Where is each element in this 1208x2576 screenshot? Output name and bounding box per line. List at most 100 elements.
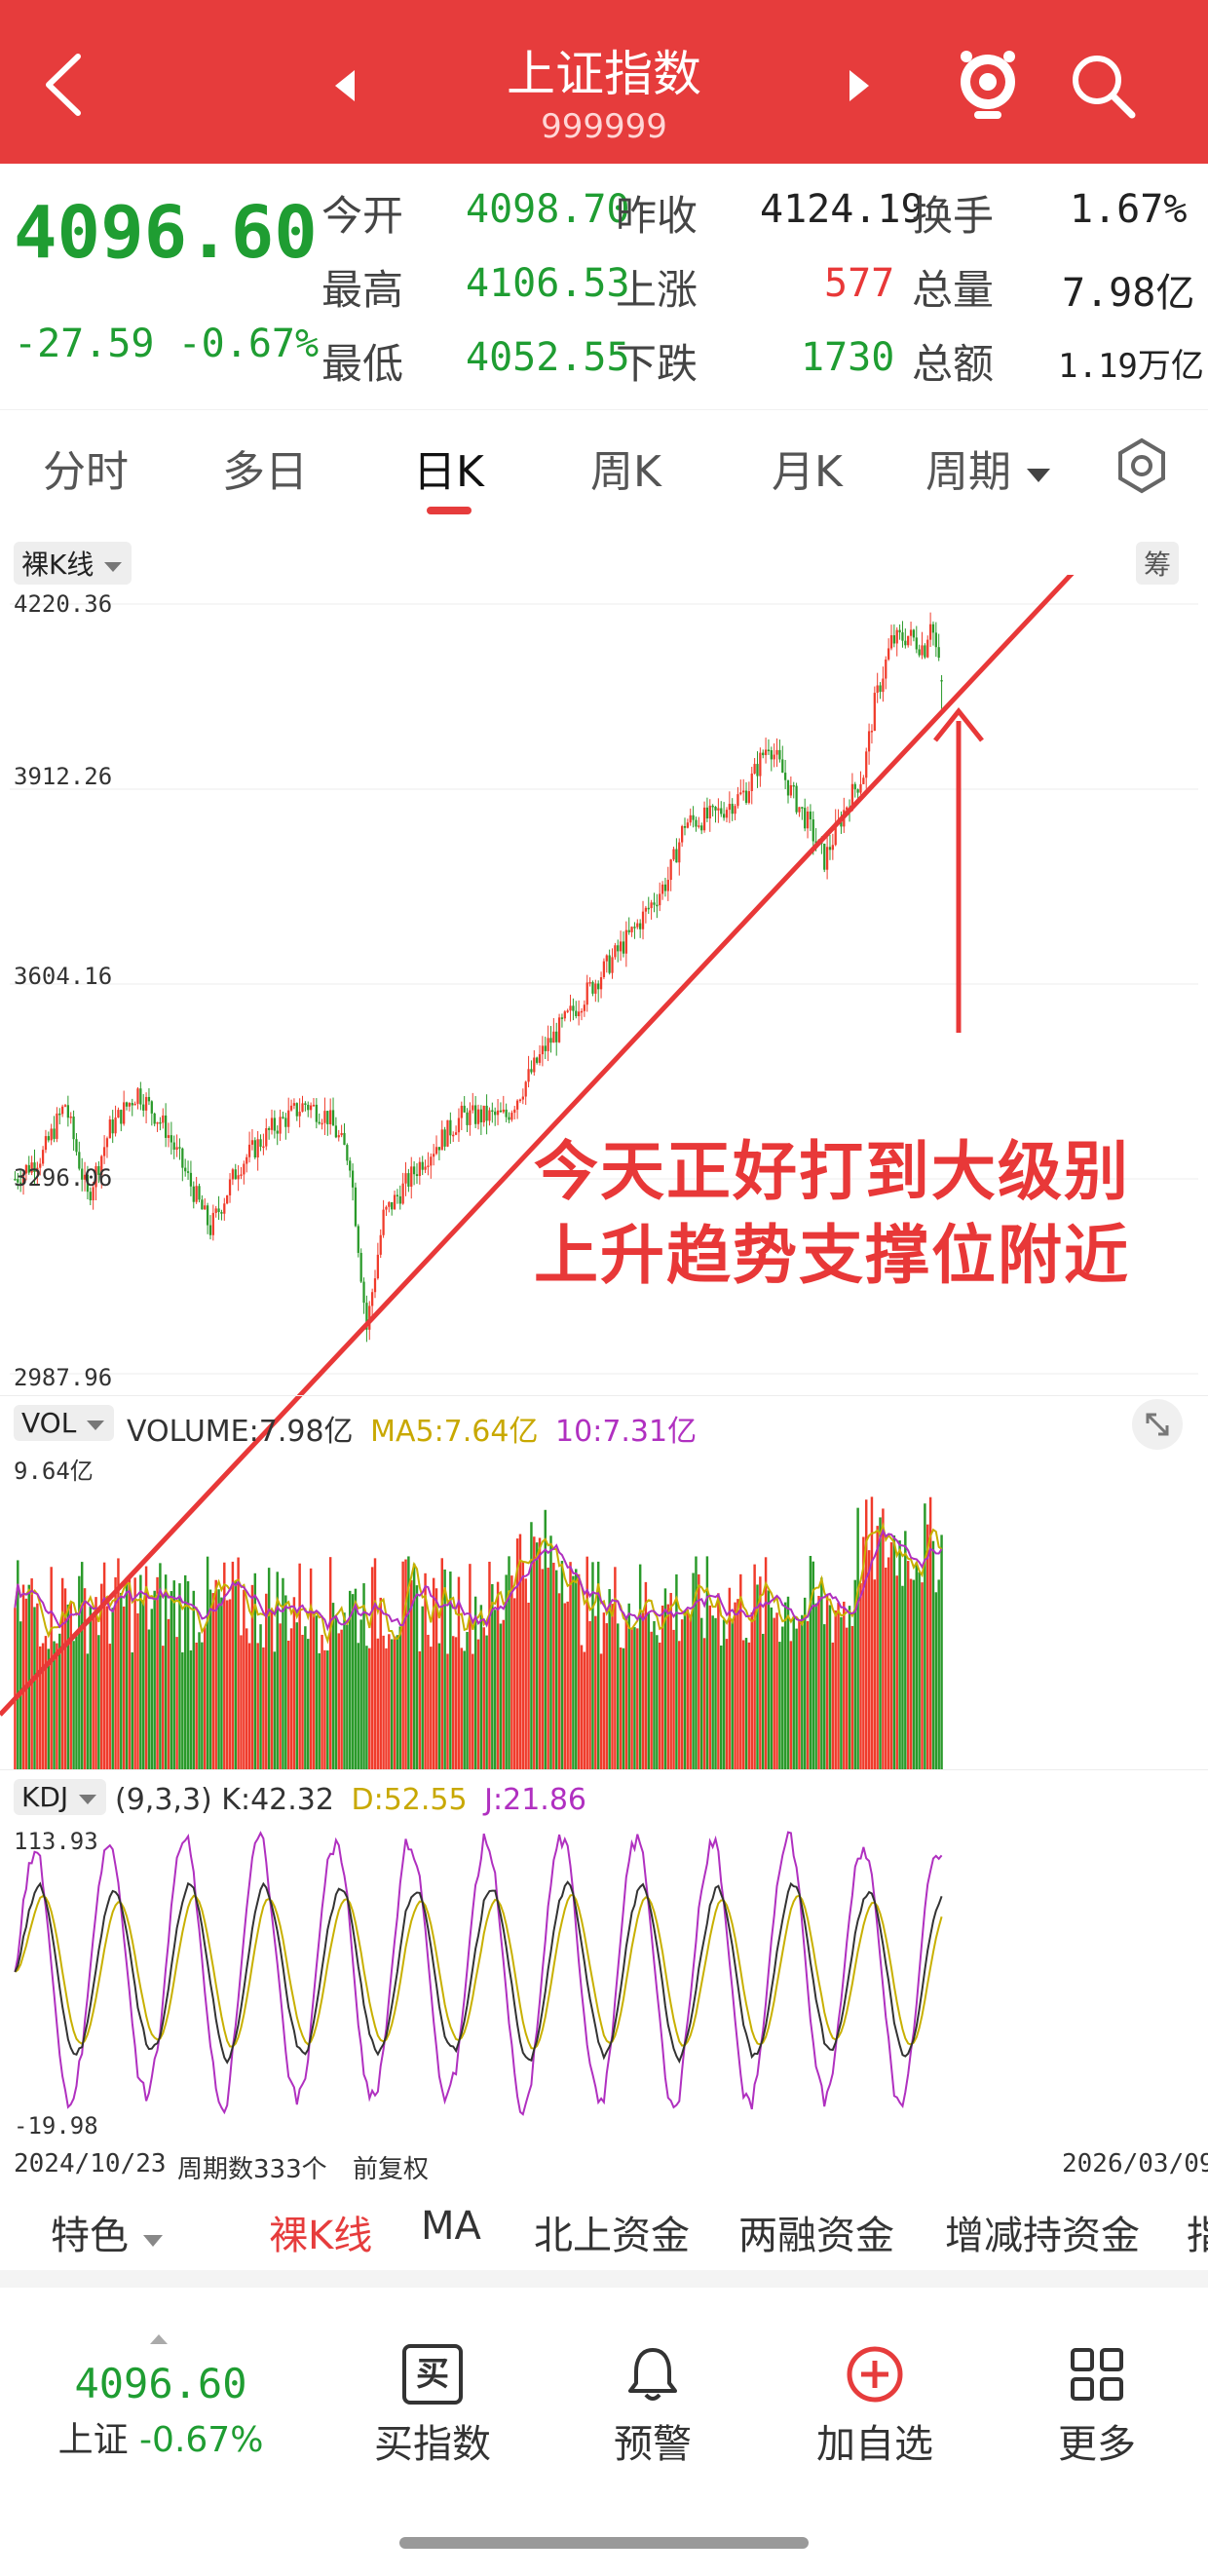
tab-multiday[interactable]: 多日 <box>222 436 308 499</box>
volume-bar <box>189 1649 193 1769</box>
settings-icon[interactable] <box>1113 436 1171 495</box>
volume-bar <box>292 1597 296 1769</box>
volume-bar <box>524 1578 527 1769</box>
tab-monthly-k[interactable]: 月K <box>772 436 843 499</box>
candle-body <box>513 1109 516 1114</box>
page-title: 上证指数 <box>507 46 701 102</box>
volume-bar <box>162 1646 165 1769</box>
candle-body <box>162 1115 165 1123</box>
search-icon[interactable] <box>1070 53 1138 121</box>
candle-body <box>496 1110 500 1116</box>
candle-body <box>401 1183 404 1204</box>
indicator-tab-northbound[interactable]: 北上资金 <box>534 2204 690 2260</box>
volume-bar <box>792 1616 795 1769</box>
add-watchlist-button[interactable]: 加自选 <box>768 2344 982 2469</box>
candle-body <box>865 751 868 778</box>
volume-bar <box>164 1574 168 1769</box>
kline-chart[interactable] <box>0 575 1208 2182</box>
volume-bar <box>427 1634 430 1769</box>
tab-weekly-k[interactable]: 周K <box>590 436 661 499</box>
volume-bar <box>510 1575 513 1769</box>
candle-body <box>856 789 859 793</box>
volume-bar <box>775 1612 778 1769</box>
volume-bar <box>30 1578 33 1769</box>
candle-body <box>510 1113 513 1120</box>
tab-period[interactable]: 周期 <box>925 436 1052 499</box>
adjust-label[interactable]: 前复权 <box>353 2149 429 2185</box>
candle-body <box>695 819 698 827</box>
more-button[interactable]: 更多 <box>990 2344 1204 2469</box>
candle-body <box>204 1205 207 1210</box>
candle-body <box>499 1110 503 1113</box>
candle-body <box>440 1129 443 1151</box>
bottom-price: 4096.60 <box>74 2360 247 2407</box>
back-icon[interactable] <box>41 51 86 119</box>
volume-bar <box>909 1578 913 1769</box>
volume-bar <box>418 1650 422 1769</box>
volume-bar <box>698 1573 700 1769</box>
kdj-indicator-select[interactable]: KDJ <box>14 1779 107 1815</box>
volume-bar <box>295 1622 299 1769</box>
volume-bar <box>50 1567 53 1769</box>
candle-body <box>578 1011 581 1017</box>
candle-body <box>460 1105 463 1118</box>
volume-bar <box>83 1588 87 1769</box>
volume-bar <box>92 1617 94 1769</box>
candle-body <box>515 1100 519 1110</box>
candle-body <box>250 1140 254 1145</box>
expand-icon[interactable] <box>1130 1397 1185 1452</box>
volume-bar <box>825 1594 829 1769</box>
volume-bar <box>141 1600 145 1769</box>
volume-bar <box>708 1605 712 1769</box>
volume-bar <box>298 1563 301 1769</box>
indicator-tab-featured[interactable]: 特色 <box>51 2204 165 2260</box>
tab-intraday[interactable]: 分时 <box>43 436 129 499</box>
candle-body <box>759 752 762 777</box>
volume-bar <box>714 1617 717 1769</box>
volume-indicator-select[interactable]: VOL <box>14 1405 115 1441</box>
volume-bar <box>225 1600 229 1769</box>
indicator-tab-ma[interactable]: MA <box>421 2204 481 2249</box>
prev-stock-icon[interactable] <box>331 68 360 103</box>
y-tick-label: 4220.36 <box>14 590 113 618</box>
alert-button[interactable]: 预警 <box>546 2344 760 2469</box>
volume-bar <box>513 1598 516 1769</box>
candle-body <box>918 649 921 656</box>
mascot-icon[interactable] <box>953 45 1023 123</box>
volume-bar <box>192 1590 196 1769</box>
tab-daily-k[interactable]: 日K <box>413 436 484 499</box>
candle-body <box>136 1088 139 1104</box>
buy-icon: 买 <box>402 2344 463 2405</box>
candle-body <box>873 693 876 732</box>
volume-bar <box>602 1612 606 1769</box>
candle-body <box>647 907 650 910</box>
volume-ma10: 10:7.31亿 <box>555 1415 698 1449</box>
candle-body <box>393 1194 396 1210</box>
volume-bar <box>94 1597 97 1769</box>
bottom-quote[interactable]: 4096.60 上证 -0.67% <box>0 2360 321 2462</box>
buy-index-button[interactable]: 买 买指数 <box>325 2344 540 2469</box>
indicator-tab-featured-label: 特色 <box>51 2214 129 2258</box>
candle-body <box>139 1088 142 1105</box>
indicator-tab-naked-k[interactable]: 裸K线 <box>269 2204 372 2260</box>
candle-body <box>630 927 633 932</box>
candle-body <box>53 1128 56 1139</box>
candle-body <box>538 1054 542 1063</box>
volume-bar <box>728 1587 732 1769</box>
caret-down-icon <box>87 1421 105 1430</box>
candle-body <box>924 645 926 658</box>
candle-body <box>786 779 790 796</box>
candle-body <box>552 1031 555 1043</box>
volume-bar <box>156 1576 159 1769</box>
volume-bar <box>379 1597 382 1769</box>
indicator-tab-margin[interactable]: 两融资金 <box>738 2204 894 2260</box>
indicator-tab-holdings[interactable]: 增减持资金 <box>945 2204 1140 2260</box>
volume-bar <box>321 1634 323 1769</box>
candle-body <box>262 1146 265 1149</box>
indicator-tab-more[interactable]: 指 <box>1187 2204 1208 2260</box>
volume-bar <box>904 1531 907 1769</box>
candle-body <box>714 807 717 811</box>
candle-body <box>711 805 714 808</box>
next-stock-icon[interactable] <box>844 68 873 103</box>
candle-body <box>404 1173 407 1184</box>
